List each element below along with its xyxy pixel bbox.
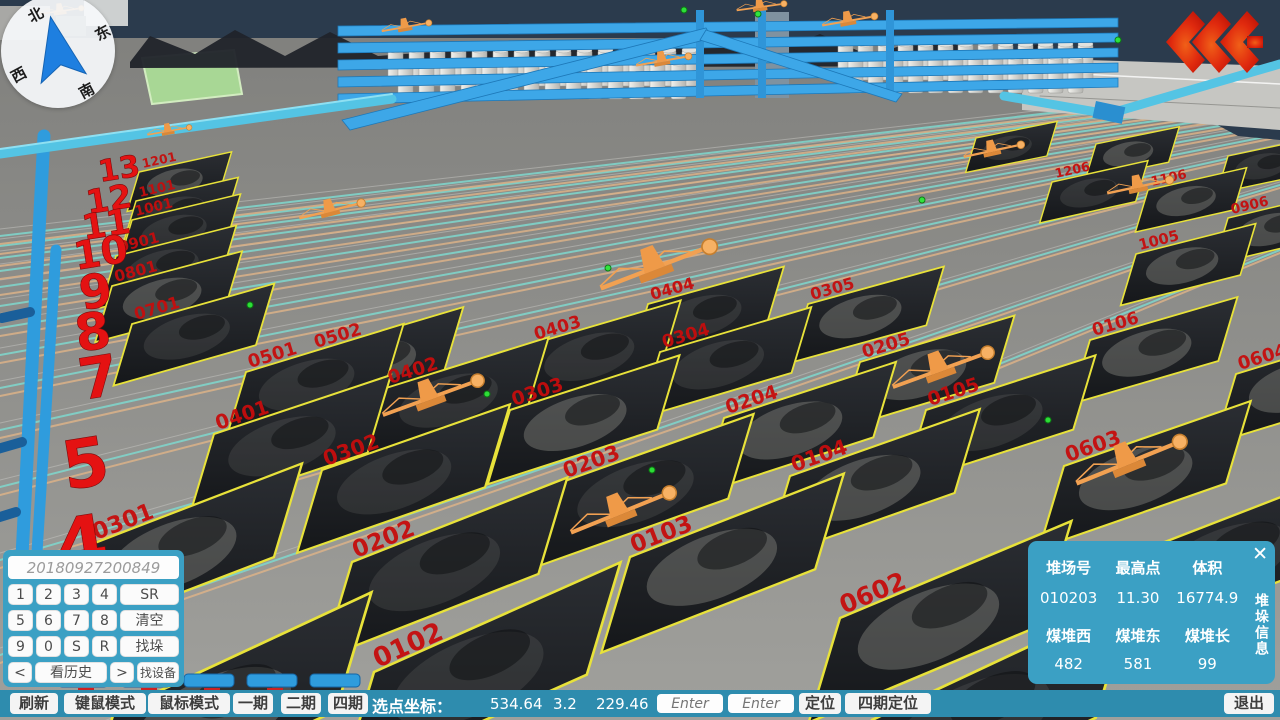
keypad-button-<[interactable]: <	[8, 662, 32, 683]
coord-z-value: 229.46	[596, 695, 649, 713]
keypad-button-1[interactable]: 1	[8, 584, 33, 605]
keypad-button-8[interactable]: 8	[92, 610, 117, 631]
keypad-button-4[interactable]: 4	[92, 584, 117, 605]
pile-east-value: 581	[1103, 655, 1172, 673]
pile-length-header: 煤堆长	[1173, 625, 1242, 646]
phase1-button[interactable]: 一期	[233, 693, 273, 714]
status-dot	[247, 302, 253, 308]
keypad-button-R[interactable]: R	[92, 636, 117, 657]
keypad-panel: 1234SR5678清空90SR找垛<看历史>找设备	[3, 550, 184, 687]
status-dot	[755, 11, 761, 17]
company-logo-icon	[1163, 8, 1263, 78]
keypad-button->[interactable]: >	[110, 662, 134, 683]
volume-header: 体积	[1173, 557, 1242, 578]
keypad-button-找设备[interactable]: 找设备	[137, 662, 179, 683]
status-dot	[605, 265, 611, 271]
pile-info-panel: ✕ 堆垛信息 堆场号 最高点 体积 010203 11.30 16774.9 煤…	[1028, 541, 1275, 684]
keymouse-mode-button[interactable]: 键鼠模式	[64, 693, 146, 714]
compass-arrow-icon	[1, 0, 115, 108]
keypad-button-找垛[interactable]: 找垛	[120, 636, 179, 657]
status-dot	[649, 467, 655, 473]
yard-no-header: 堆场号	[1034, 557, 1103, 578]
keypad-button-S[interactable]: S	[64, 636, 89, 657]
yard-no-value: 010203	[1034, 589, 1103, 607]
compass[interactable]: 北 东 西 南	[1, 0, 115, 108]
keypad-button-3[interactable]: 3	[64, 584, 89, 605]
pile-east-header: 煤堆东	[1103, 625, 1172, 646]
status-dot	[681, 7, 687, 13]
phase4-button[interactable]: 四期	[328, 693, 368, 714]
keypad-button-SR[interactable]: SR	[120, 584, 179, 605]
pile-info-side-label: 堆垛信息	[1251, 593, 1271, 657]
locate-button[interactable]: 定位	[799, 693, 841, 714]
coord-y-value: 3.2	[553, 695, 577, 713]
keypad-button-清空[interactable]: 清空	[120, 610, 179, 631]
coord-x-value: 534.64	[490, 695, 543, 713]
close-icon[interactable]: ✕	[1252, 544, 1268, 564]
refresh-button[interactable]: 刷新	[10, 693, 58, 714]
status-dot	[1045, 417, 1051, 423]
pile-west-header: 煤堆西	[1034, 625, 1103, 646]
pile-west-value: 482	[1034, 655, 1103, 673]
keypad-button-9[interactable]: 9	[8, 636, 33, 657]
coord-input-2[interactable]	[728, 694, 794, 713]
status-dot	[484, 391, 490, 397]
mouse-mode-button[interactable]: 鼠标模式	[148, 693, 230, 714]
status-dot	[919, 197, 925, 203]
keypad-button-5[interactable]: 5	[8, 610, 33, 631]
volume-value: 16774.9	[1173, 589, 1242, 607]
phase4-locate-button[interactable]: 四期定位	[845, 693, 931, 714]
keypad-buttons: 1234SR5678清空90SR找垛<看历史>找设备	[8, 584, 179, 683]
keypad-button-6[interactable]: 6	[36, 610, 61, 631]
history-id-input[interactable]	[8, 556, 179, 579]
bottom-toolbar: 刷新 键鼠模式 鼠标模式 一期 二期 四期 选点坐标： 534.64 3.2 2…	[0, 690, 1280, 717]
keypad-button-0[interactable]: 0	[36, 636, 61, 657]
exit-button[interactable]: 退出	[1224, 693, 1274, 714]
pile-length-value: 99	[1173, 655, 1242, 673]
phase2-button[interactable]: 二期	[281, 693, 321, 714]
max-point-header: 最高点	[1103, 557, 1172, 578]
coord-label: 选点坐标：	[372, 693, 452, 717]
keypad-button-2[interactable]: 2	[36, 584, 61, 605]
keypad-button-7[interactable]: 7	[64, 610, 89, 631]
max-point-value: 11.30	[1103, 589, 1172, 607]
keypad-button-看历史[interactable]: 看历史	[35, 662, 107, 683]
coord-input-1[interactable]	[657, 694, 723, 713]
app-window: 1201110110010901080107010501050204010402…	[0, 0, 1280, 720]
status-dot	[1115, 37, 1121, 43]
